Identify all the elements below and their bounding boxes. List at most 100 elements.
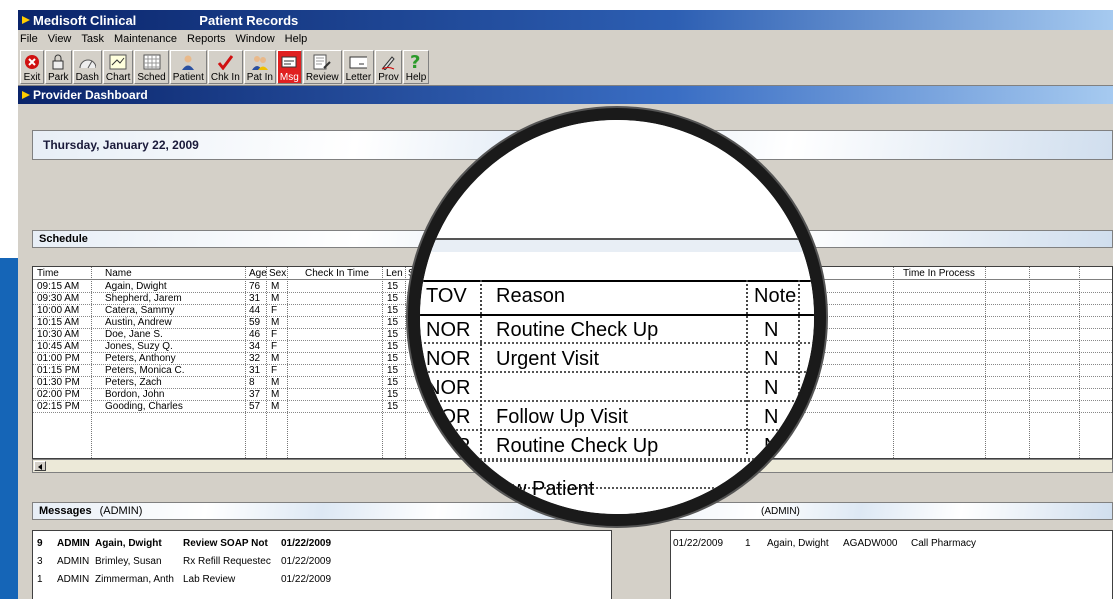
grid-line	[266, 267, 267, 458]
cell-age: 31	[249, 365, 261, 376]
cell-len: 15	[387, 365, 399, 376]
dashboard-title: Provider Dashboard	[33, 88, 148, 102]
pen-icon	[379, 53, 397, 71]
menu-help[interactable]: Help	[285, 33, 308, 45]
cell-age: 34	[249, 341, 261, 352]
menu-window[interactable]: Window	[236, 33, 275, 45]
cell-len: 15	[387, 341, 399, 352]
menu-maintenance[interactable]: Maintenance	[114, 33, 177, 45]
menu-view[interactable]: View	[48, 33, 72, 45]
message-row[interactable]: 1 ADMIN Zimmerman, Anth Lab Review 01/22…	[33, 571, 611, 589]
grid-line	[382, 267, 383, 458]
cell-time: 01:30 PM	[37, 377, 80, 388]
cell-sex: M	[271, 353, 280, 364]
col-tov: TOV	[426, 285, 467, 307]
menu-file[interactable]: File	[20, 33, 38, 45]
menu-bar: File View Task Maintenance Reports Windo…	[18, 30, 1113, 48]
letter-button[interactable]: Letter	[342, 50, 375, 84]
menu-task[interactable]: Task	[81, 33, 104, 45]
person-icon	[179, 53, 197, 71]
cell-len: 15	[387, 389, 399, 400]
check-in-button[interactable]: Chk In	[207, 50, 243, 84]
magnified-cell-note: N	[764, 377, 779, 399]
magnified-cell-note: N	[764, 406, 779, 428]
menu-reports[interactable]: Reports	[187, 33, 226, 45]
cell-age: 32	[249, 353, 261, 364]
magnified-header-strip	[420, 238, 814, 252]
pat-in-button[interactable]: Pat In	[243, 50, 276, 84]
message-row[interactable]: 9 ADMIN Again, Dwight Review SOAP Not 01…	[33, 535, 611, 553]
cell-age: 8	[249, 377, 255, 388]
app-arrow-icon	[22, 16, 30, 24]
sched-button[interactable]: Sched	[134, 50, 169, 84]
help-button[interactable]: ? Help	[402, 50, 430, 84]
magnified-cell-tov: NOR	[426, 319, 471, 341]
dash-button[interactable]: Dash	[72, 50, 102, 84]
cell-age: 57	[249, 401, 261, 412]
exit-button[interactable]: Exit	[20, 50, 44, 84]
people-icon	[251, 53, 269, 71]
cell-sex: F	[271, 305, 278, 316]
cell-len: 15	[387, 305, 399, 316]
chart-icon	[109, 53, 127, 71]
magnified-cell-reason: Urgent Visit	[496, 348, 600, 370]
col-note: Note	[754, 285, 797, 307]
msg-button[interactable]: Msg	[276, 50, 302, 84]
cell-age: 59	[249, 317, 261, 328]
magnified-cell-reason: Follow Up Visit	[496, 406, 628, 428]
cell-age: 76	[249, 281, 261, 292]
cell-name: Again, Dwight	[105, 281, 167, 292]
envelope-icon	[349, 53, 368, 71]
review-button[interactable]: Review	[302, 50, 342, 84]
cell-sex: M	[271, 401, 280, 412]
cell-name: Catera, Sammy	[105, 305, 175, 316]
grid-line	[746, 280, 748, 454]
col-age[interactable]: Age	[249, 268, 267, 279]
review-icon	[313, 53, 331, 71]
col-len[interactable]: Len	[386, 268, 403, 279]
magnified-view: TOV Reason Note NOR Routine Check Up N NOR U…	[420, 120, 814, 514]
cell-name: Peters, Anthony	[105, 353, 176, 364]
left-arrow-icon	[38, 464, 42, 470]
cell-time: 10:45 AM	[37, 341, 80, 352]
magnified-cell-reason: Routine Check Up	[496, 435, 659, 457]
scroll-left-button[interactable]	[34, 461, 46, 471]
cell-sex: M	[271, 377, 280, 388]
cell-age: 46	[249, 329, 261, 340]
cell-time: 10:15 AM	[37, 317, 80, 328]
lock-icon	[49, 53, 67, 71]
col-time[interactable]: Time	[37, 268, 59, 279]
message-row[interactable]: 3 ADMIN Brimley, Susan Rx Refill Request…	[33, 553, 611, 571]
app-name: Medisoft Clinical	[33, 12, 137, 28]
col-name[interactable]: Name	[105, 268, 132, 279]
col-time-in-process[interactable]: Time In Process	[903, 268, 975, 279]
cell-len: 15	[387, 353, 399, 364]
col-sex[interactable]: Sex	[269, 268, 286, 279]
grid-line	[420, 460, 814, 462]
magnified-cell-reason: Routine Check Up	[496, 319, 659, 341]
cell-sex: F	[271, 341, 278, 352]
cell-sex: M	[271, 317, 280, 328]
messages-user: (ADMIN)	[99, 505, 143, 517]
cell-name: Peters, Monica C.	[105, 365, 185, 376]
magnified-row: N	[420, 461, 814, 489]
col-check-in-time[interactable]: Check In Time	[305, 268, 369, 279]
message-detail-list: 01/22/2009 1 Again, Dwight AGADW000 Call…	[670, 530, 1113, 599]
cell-name: Austin, Andrew	[105, 317, 172, 328]
cell-sex: M	[271, 389, 280, 400]
patient-button[interactable]: Patient	[169, 50, 207, 84]
park-button[interactable]: Park	[45, 50, 72, 84]
cell-len: 15	[387, 377, 399, 388]
cell-sex: M	[271, 281, 280, 292]
cell-len: 15	[387, 329, 399, 340]
gauge-icon	[78, 53, 97, 71]
message-detail-row[interactable]: 01/22/2009 1 Again, Dwight AGADW000 Call…	[671, 535, 1112, 553]
schedule-title: Schedule	[39, 233, 88, 245]
messages-title: Messages	[39, 505, 92, 517]
checkmark-icon	[216, 53, 234, 71]
dashboard-arrow-icon	[22, 91, 30, 99]
prov-button[interactable]: Prov	[375, 50, 402, 84]
svg-text:?: ?	[410, 53, 420, 71]
chart-button[interactable]: Chart	[102, 50, 134, 84]
magnified-cell-note: N	[764, 348, 779, 370]
